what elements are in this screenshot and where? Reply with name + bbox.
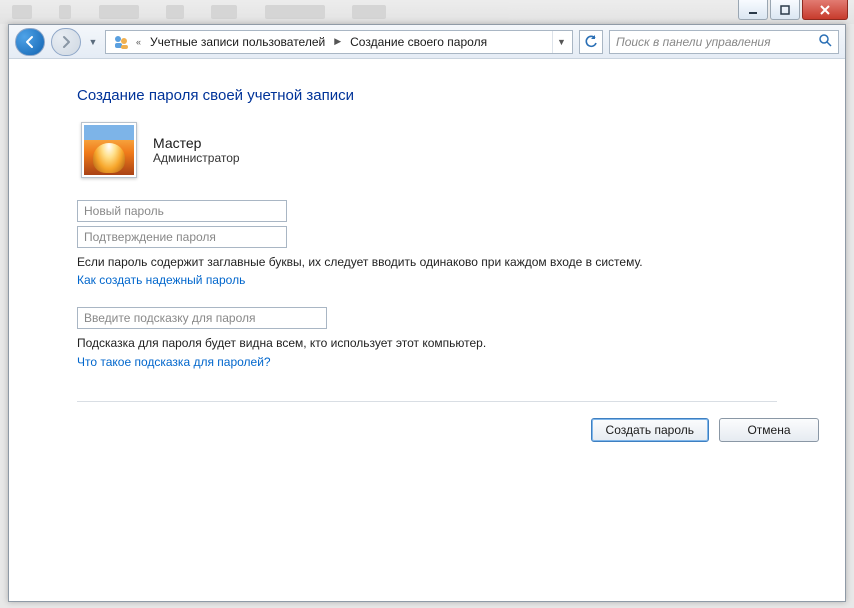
avatar [81, 122, 137, 178]
breadcrumb-create-password[interactable]: Создание своего пароля [343, 31, 494, 53]
confirm-password-placeholder: Подтверждение пароля [84, 230, 216, 244]
user-block: Мастер Администратор [81, 122, 777, 178]
hint-note: Подсказка для пароля будет видна всем, к… [77, 335, 777, 352]
page-title: Создание пароля своей учетной записи [77, 87, 777, 104]
refresh-button[interactable] [579, 30, 603, 54]
new-password-placeholder: Новый пароль [84, 204, 164, 218]
new-password-field[interactable]: Новый пароль [77, 200, 287, 222]
chevron-left-icon: « [134, 37, 143, 47]
back-button[interactable] [15, 28, 45, 56]
navigation-bar: ▼ « Учетные записи пользователей ▶ Созда… [9, 25, 845, 59]
address-bar[interactable]: « Учетные записи пользователей ▶ Создани… [105, 30, 573, 54]
button-row: Создать пароль Отмена [9, 414, 845, 452]
close-button[interactable] [802, 0, 848, 20]
password-hint-placeholder: Введите подсказку для пароля [84, 311, 256, 325]
caps-note: Если пароль содержит заглавные буквы, их… [77, 254, 777, 271]
search-input[interactable]: Поиск в панели управления [609, 30, 839, 54]
maximize-button[interactable] [770, 0, 800, 20]
content-area: Создание пароля своей учетной записи Мас… [9, 59, 845, 601]
chevron-right-icon: ▶ [332, 36, 343, 47]
background-app-blur [0, 0, 854, 24]
user-role: Администратор [153, 151, 240, 165]
minimize-button[interactable] [738, 0, 768, 20]
confirm-password-field[interactable]: Подтверждение пароля [77, 226, 287, 248]
strong-password-link[interactable]: Как создать надежный пароль [77, 273, 245, 287]
forward-button[interactable] [51, 28, 81, 56]
search-placeholder: Поиск в панели управления [616, 35, 771, 49]
history-dropdown-icon[interactable]: ▼ [87, 28, 99, 56]
user-name: Мастер [153, 135, 240, 151]
cancel-button[interactable]: Отмена [719, 418, 819, 442]
window-controls [738, 0, 848, 20]
address-dropdown-icon[interactable]: ▼ [552, 31, 570, 53]
breadcrumb-user-accounts[interactable]: Учетные записи пользователей [143, 31, 332, 53]
hint-info-link[interactable]: Что такое подсказка для паролей? [77, 355, 271, 369]
explorer-window: ▼ « Учетные записи пользователей ▶ Созда… [8, 24, 846, 602]
password-hint-field[interactable]: Введите подсказку для пароля [77, 307, 327, 329]
user-accounts-icon [112, 33, 130, 51]
divider [77, 401, 777, 402]
search-icon [818, 33, 832, 50]
create-password-button[interactable]: Создать пароль [591, 418, 709, 442]
